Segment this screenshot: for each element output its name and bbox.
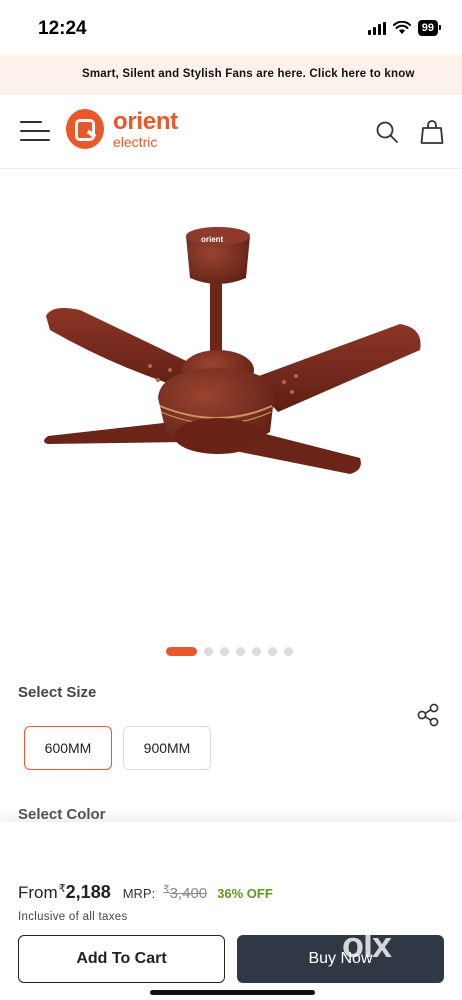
home-indicator (150, 990, 315, 995)
fan-brand-text: orient (201, 235, 224, 244)
logo-text: orient electric (113, 107, 178, 150)
currency-symbol: ₹ (58, 883, 66, 895)
select-size-label: Select Size (18, 684, 97, 701)
size-option-600mm[interactable]: 600MM (24, 726, 112, 770)
logo-mark-icon (66, 109, 104, 149)
buy-now-button[interactable]: Buy Now (237, 935, 444, 983)
carousel-dot[interactable] (284, 647, 293, 656)
carousel-dot[interactable] (204, 647, 213, 656)
status-time: 12:24 (38, 18, 87, 39)
menu-icon[interactable] (20, 119, 50, 143)
mrp-value: ₹3,400 (163, 884, 208, 902)
status-bar: 12:24 99 (0, 0, 462, 55)
brand-name: orient (113, 107, 178, 135)
search-icon[interactable] (375, 120, 399, 144)
wifi-icon (392, 21, 411, 34)
announcement-text[interactable]: Smart, Silent and Stylish Fans are here.… (82, 68, 415, 80)
signal-icon (367, 21, 386, 35)
add-to-cart-button[interactable]: Add To Cart (18, 935, 225, 983)
select-color-label: Select Color (18, 806, 106, 823)
price-row: From ₹ 2,188 MRP: ₹3,400 36% OFF (18, 882, 273, 903)
shopping-bag-icon[interactable] (420, 119, 444, 145)
sale-price: 2,188 (65, 882, 111, 902)
tax-note: Inclusive of all taxes (18, 911, 128, 923)
mrp-label: MRP: (122, 886, 156, 901)
battery-icon: 99 (417, 20, 442, 36)
site-header: orient electric (0, 95, 462, 169)
product-image[interactable]: orient (0, 170, 462, 640)
carousel-dot[interactable] (166, 647, 197, 656)
brand-logo[interactable]: orient electric (66, 109, 178, 149)
mrp-amount: 3,400 (169, 885, 208, 902)
carousel-dot[interactable] (252, 647, 261, 656)
carousel-dots[interactable] (166, 647, 293, 656)
status-icons: 99 (367, 20, 442, 36)
from-label: From (18, 883, 58, 902)
carousel-dot[interactable] (236, 647, 245, 656)
share-icon[interactable] (415, 702, 441, 728)
announcement-bar[interactable]: Smart, Silent and Stylish Fans are here.… (0, 55, 462, 95)
carousel-dot[interactable] (268, 647, 277, 656)
olx-watermark: olx (342, 924, 392, 965)
discount-badge: 36% OFF (217, 886, 273, 901)
size-option-900mm[interactable]: 900MM (123, 726, 211, 770)
carousel-dot[interactable] (220, 647, 229, 656)
mrp-currency-symbol: ₹ (163, 884, 170, 895)
ceiling-fan-image: orient (44, 227, 421, 474)
brand-sub: electric (113, 133, 158, 150)
bottom-purchase-bar: From ₹ 2,188 MRP: ₹3,400 36% OFF Inclusi… (0, 822, 462, 1000)
